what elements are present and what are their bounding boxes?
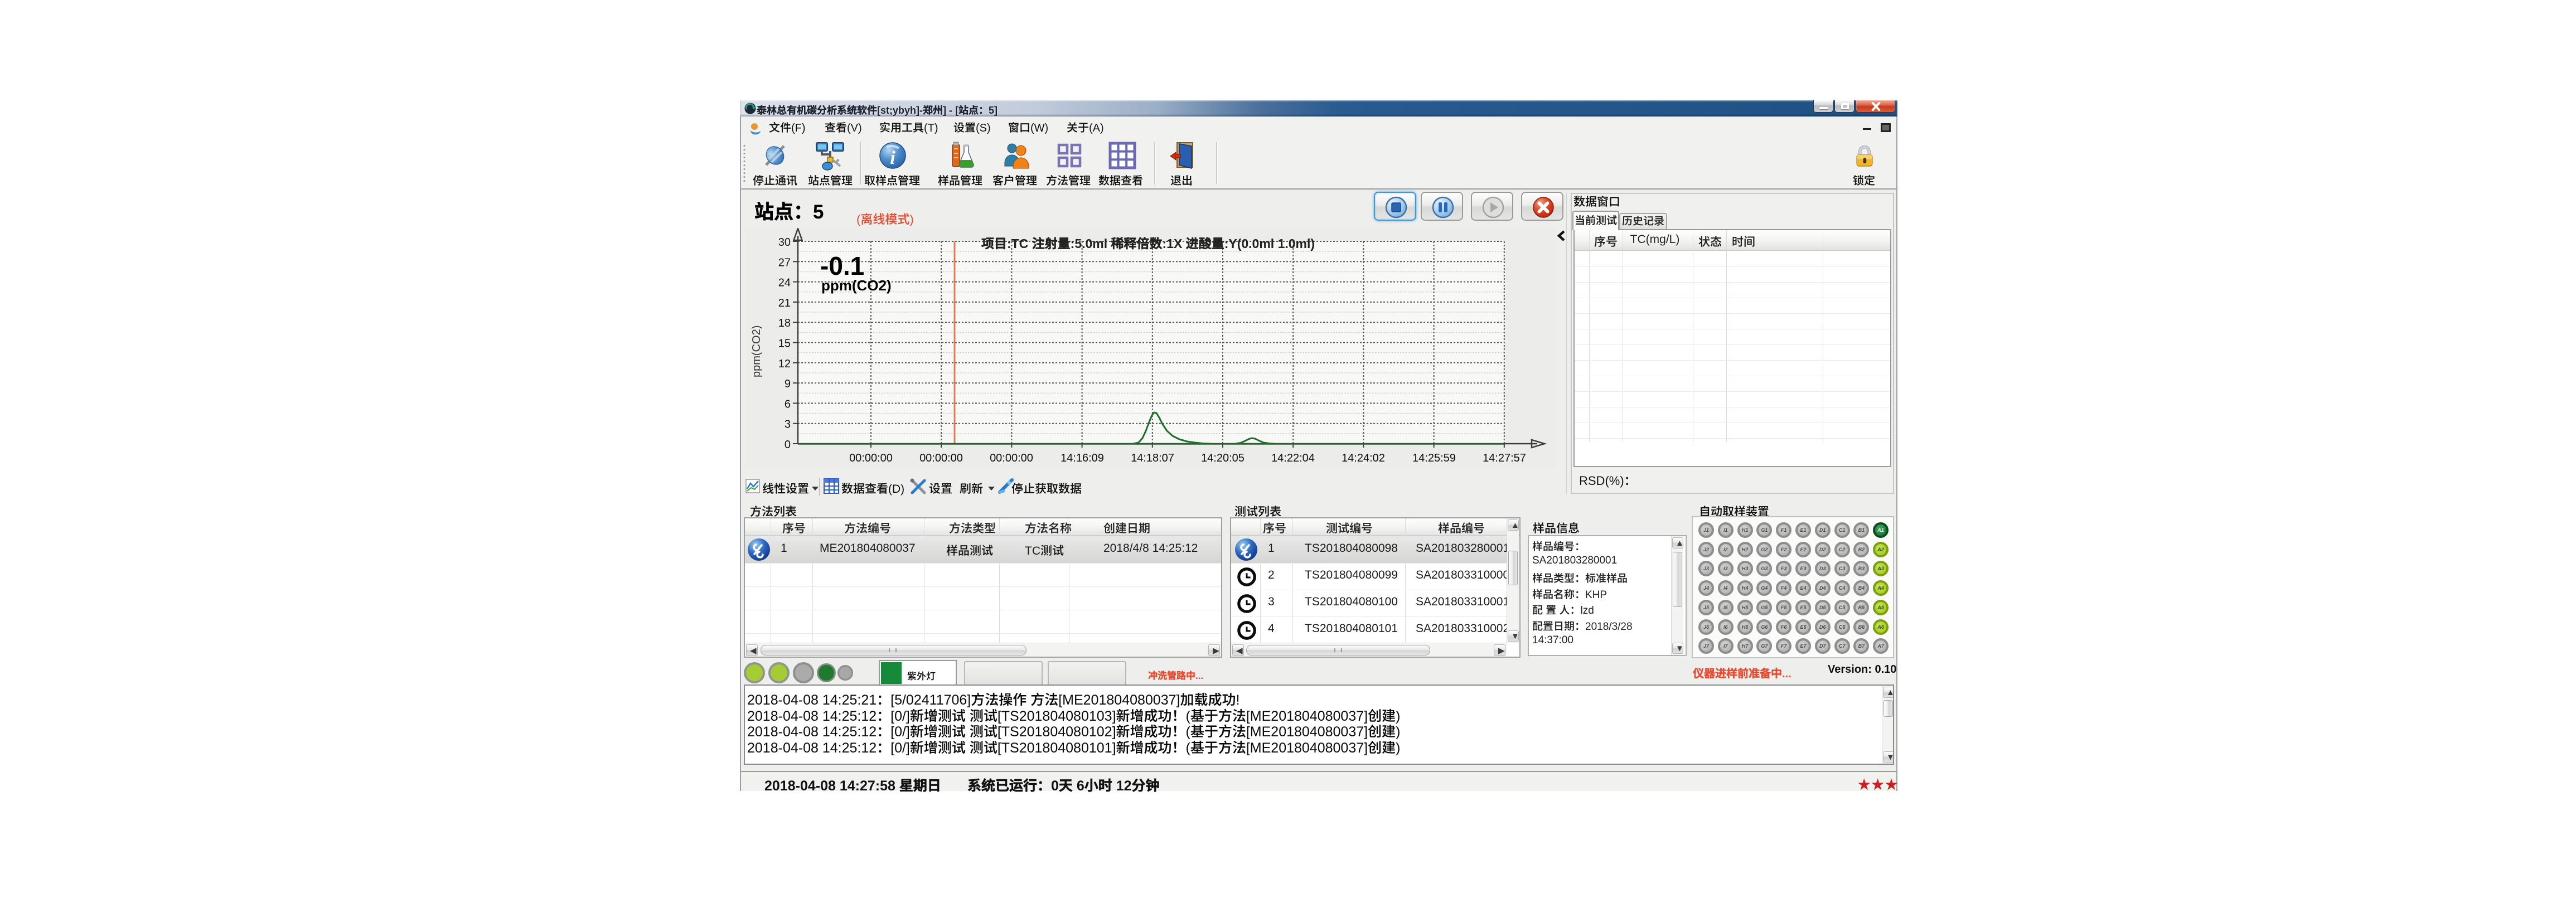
svg-text:14:24:02: 14:24:02 [1342, 452, 1385, 464]
svg-text:14:22:04: 14:22:04 [1271, 452, 1315, 464]
svg-text:0: 0 [785, 439, 791, 451]
svg-text:14:16:09: 14:16:09 [1061, 452, 1104, 464]
svg-text:14:25:59: 14:25:59 [1412, 452, 1456, 464]
svg-text:9: 9 [785, 378, 791, 390]
svg-text:21: 21 [778, 297, 791, 309]
svg-text:i: i [890, 148, 895, 168]
svg-text:12: 12 [778, 358, 791, 370]
svg-text:ppm(CO2): ppm(CO2) [821, 277, 892, 294]
svg-text:6: 6 [785, 398, 791, 410]
svg-text:14:18:07: 14:18:07 [1131, 452, 1174, 464]
svg-text:27: 27 [778, 256, 791, 269]
svg-text:00:00:00: 00:00:00 [919, 452, 963, 464]
svg-text:24: 24 [778, 277, 791, 289]
svg-text:-0.1: -0.1 [820, 251, 864, 280]
svg-text:3: 3 [785, 419, 791, 431]
svg-text:14:20:05: 14:20:05 [1201, 452, 1245, 464]
svg-text:项目:TC 注射量:5.0ml 稀释倍数:1X 进酸量:Y: 项目:TC 注射量:5.0ml 稀释倍数:1X 进酸量:Y(0.0ml 1.0m… [981, 236, 1315, 251]
svg-text:14:27:57: 14:27:57 [1483, 452, 1526, 464]
svg-text:30: 30 [778, 236, 791, 249]
svg-text:15: 15 [778, 338, 791, 350]
svg-text:00:00:00: 00:00:00 [849, 452, 893, 464]
svg-text:18: 18 [778, 317, 791, 329]
svg-text:ppm(CO2): ppm(CO2) [750, 326, 763, 377]
svg-text:00:00:00: 00:00:00 [990, 452, 1033, 464]
